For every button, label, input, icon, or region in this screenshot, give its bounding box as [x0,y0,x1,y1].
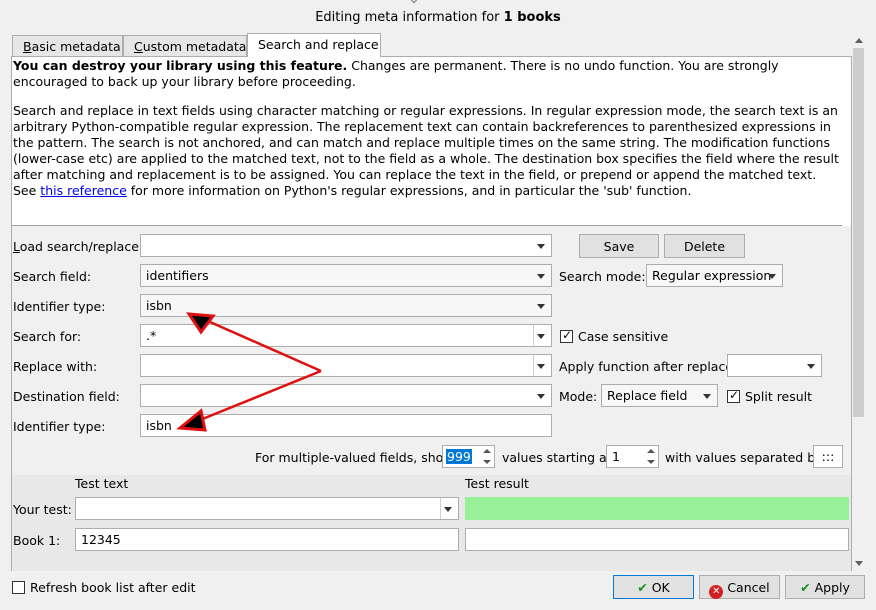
load-search-replace-select[interactable] [140,234,552,257]
chevron-down-icon[interactable] [444,507,452,512]
chevron-down-icon [537,304,545,309]
dialog-title: Editing meta information for 1 books [315,10,561,25]
cancel-icon: ✕ [709,585,724,599]
chevron-down-icon [807,364,815,369]
chevron-down-icon [537,274,545,279]
values-starting-label: values starting at [502,450,612,465]
your-test-input[interactable] [75,497,459,520]
scrollbar-thumb[interactable] [853,48,864,417]
save-button[interactable]: Save [579,234,659,258]
replace-with-input[interactable] [140,354,552,377]
search-for-input[interactable]: .* [140,324,552,347]
separator [12,225,842,226]
spin-up-icon[interactable] [644,446,658,457]
destination-field-label: Destination field: [13,389,120,404]
replace-with-label: Replace with: [13,359,98,374]
book1-label: Book 1: [13,533,61,548]
check-icon: ✔ [637,580,648,595]
spin-down-icon[interactable] [480,457,494,468]
destination-identifier-type-input[interactable]: isbn [140,414,552,437]
apply-function-select[interactable] [727,354,822,377]
description-body-end: for more information on Python's regular… [126,183,692,198]
refresh-book-list-checkbox[interactable] [12,581,25,594]
search-for-label: Search for: [13,329,82,344]
your-test-label: Your test: [13,502,72,517]
search-field-select[interactable]: identifiers [140,264,552,287]
spin-down-icon[interactable] [644,457,658,468]
chevron-down-icon [537,394,545,399]
destination-field-select[interactable] [140,384,552,407]
ok-button[interactable]: ✔ OK [613,575,694,599]
multi-show-spinbox[interactable]: 999 [442,445,495,468]
book1-result [465,528,849,551]
test-text-header: Test text [75,476,129,491]
separated-by-label: with values separated by [665,450,823,465]
identifier-type-select[interactable]: isbn [140,294,552,317]
tab-custom-metadata[interactable]: Custom metadata [123,35,247,57]
chevron-down-icon [703,394,711,399]
values-starting-spinbox[interactable]: 1 [606,445,659,468]
apply-function-label: Apply function after replace: [559,359,738,374]
cancel-button[interactable]: ✕ Cancel [699,575,780,599]
separator-input[interactable]: ::: [813,445,843,468]
search-mode-label: Search mode: [559,269,646,284]
refresh-book-list-label: Refresh book list after edit [30,580,196,595]
reference-link[interactable]: this reference [40,183,126,198]
scroll-up-icon[interactable] [855,38,863,43]
tab-search-and-replace[interactable]: Search and replace [247,33,381,57]
delete-button[interactable]: Delete [664,234,745,258]
chevron-down-icon [768,274,776,279]
case-sensitive-checkbox[interactable] [560,328,573,343]
split-result-checkbox[interactable] [727,388,740,403]
description-text: You can destroy your library using this … [13,58,843,212]
your-test-result [465,497,849,520]
load-search-replace-label: Load search/replace: [13,239,144,254]
chevron-down-icon[interactable] [537,334,545,339]
destination-identifier-type-label: Identifier type: [13,419,106,434]
multi-show-label: For multiple-valued fields, show [255,450,454,465]
identifier-type-label: Identifier type: [13,299,106,314]
test-area [12,475,851,571]
mode-label: Mode: [559,389,598,404]
test-result-header: Test result [465,476,529,491]
spin-up-icon[interactable] [480,446,494,457]
mode-select[interactable]: Replace field [601,384,718,407]
window-top-marker [409,0,419,4]
search-mode-select[interactable]: Regular expression [646,264,783,287]
case-sensitive-label: Case sensitive [578,329,669,344]
split-result-label: Split result [745,389,813,404]
chevron-down-icon [537,244,545,249]
check-icon: ✔ [800,580,811,595]
tab-basic-metadata[interactable]: Basic metadata [12,35,123,57]
chevron-down-icon[interactable] [537,364,545,369]
warning-bold-text: You can destroy your library using this … [13,58,348,73]
book1-input[interactable]: 12345 [75,528,459,551]
search-field-label: Search field: [13,269,92,284]
apply-button[interactable]: ✔ Apply [785,575,865,599]
scroll-down-icon[interactable] [855,561,863,566]
